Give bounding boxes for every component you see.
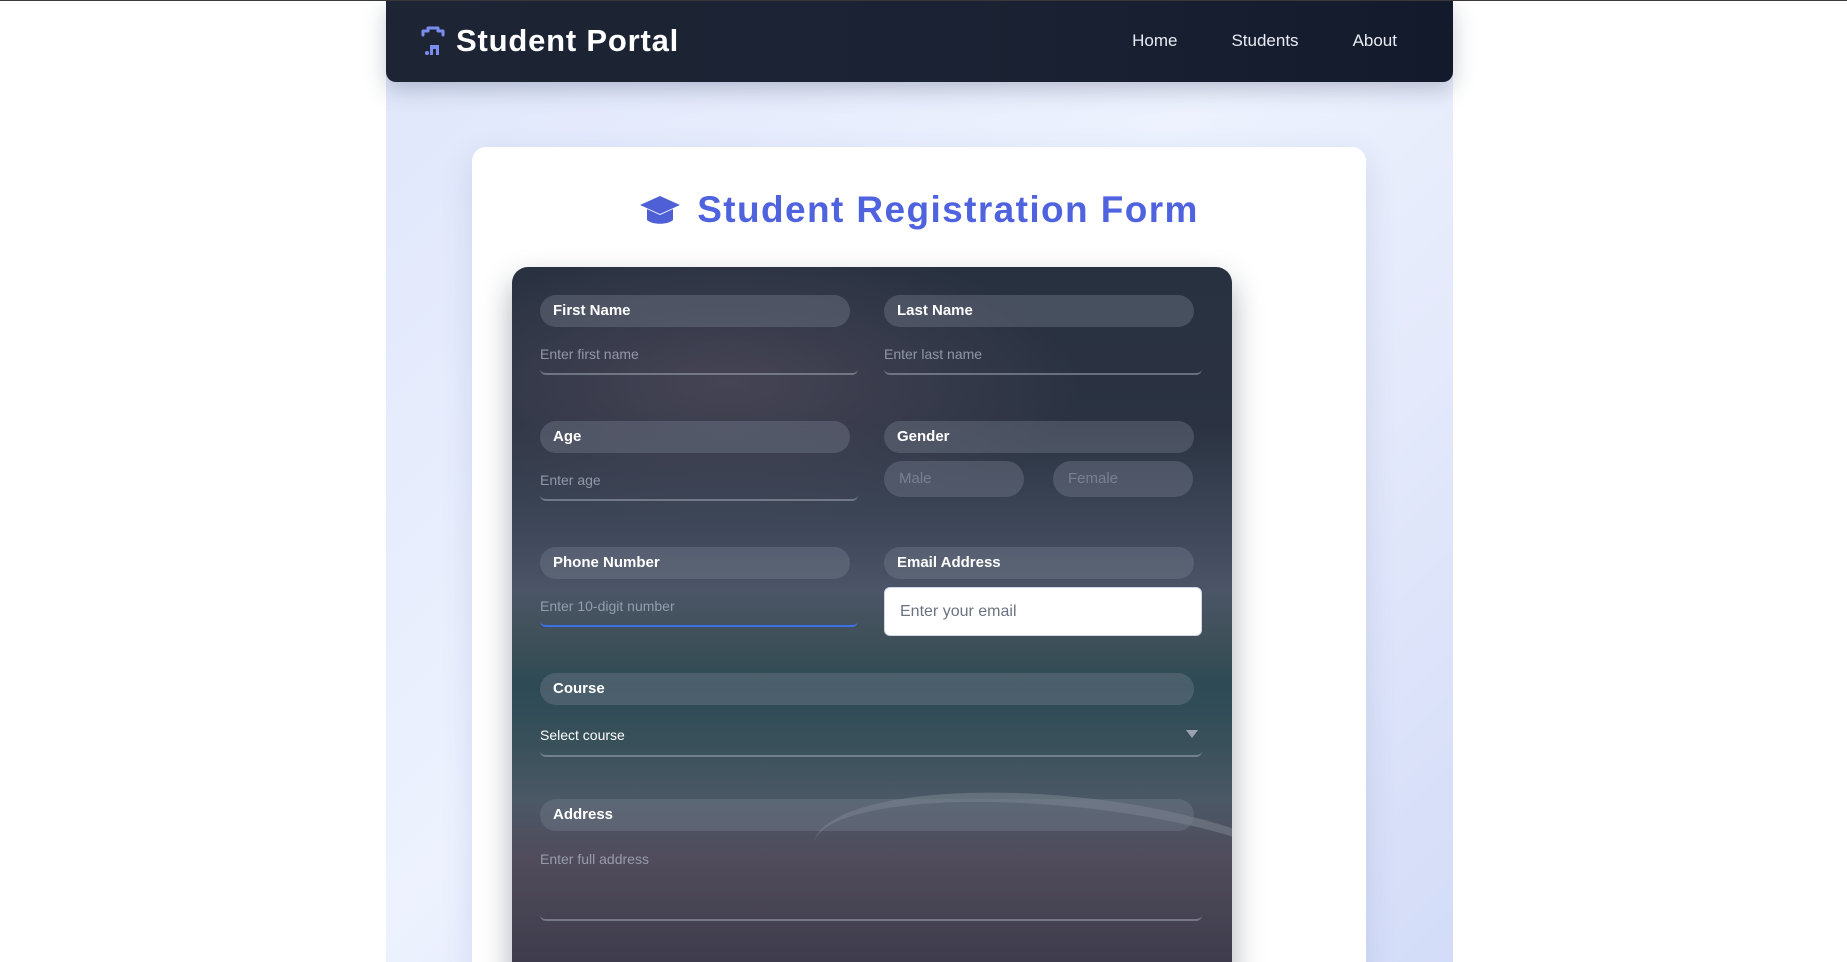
- gender-label: Gender: [884, 421, 1194, 453]
- email-input[interactable]: [884, 587, 1202, 636]
- page: Student Portal Home Students About Stude…: [386, 1, 1453, 962]
- last-name-input[interactable]: [884, 335, 1202, 375]
- chevron-down-icon: [1186, 730, 1198, 738]
- nav-about-link[interactable]: About: [1353, 31, 1397, 51]
- gender-field: Gender Male Female: [884, 421, 1202, 497]
- last-name-label: Last Name: [884, 295, 1194, 327]
- brand[interactable]: Student Portal: [420, 23, 679, 59]
- student-icon: [421, 26, 445, 55]
- brand-title: Student Portal: [456, 23, 680, 58]
- registration-card: Student Registration Form First Name Las…: [472, 147, 1366, 962]
- age-input[interactable]: [540, 461, 858, 501]
- course-select[interactable]: Select course: [540, 713, 1202, 757]
- email-label: Email Address: [884, 547, 1194, 579]
- phone-label: Phone Number: [540, 547, 850, 579]
- age-label: Age: [540, 421, 850, 453]
- course-select-value: Select course: [540, 727, 625, 743]
- last-name-field: Last Name: [884, 295, 1202, 375]
- first-name-field: First Name: [540, 295, 858, 375]
- address-textarea[interactable]: [540, 839, 1202, 921]
- address-label: Address: [540, 799, 1194, 831]
- first-name-label: First Name: [540, 295, 850, 327]
- nav-students-link[interactable]: Students: [1231, 31, 1298, 51]
- course-field: Course Select course: [540, 673, 1202, 757]
- first-name-input[interactable]: [540, 335, 858, 375]
- form-title: Student Registration Form: [472, 189, 1366, 231]
- gender-male-option[interactable]: Male: [884, 461, 1024, 497]
- address-field: Address: [540, 799, 1202, 921]
- email-field: Email Address: [884, 547, 1202, 636]
- graduation-cap-icon: [640, 196, 681, 224]
- phone-field: Phone Number: [540, 547, 858, 627]
- nav-home-link[interactable]: Home: [1132, 31, 1177, 51]
- nav-links: Home Students About: [1078, 31, 1397, 51]
- phone-input[interactable]: [540, 587, 858, 627]
- age-field: Age: [540, 421, 858, 501]
- course-label: Course: [540, 673, 1194, 705]
- gender-female-option[interactable]: Female: [1053, 461, 1193, 497]
- registration-form: First Name Last Name Age Gender Male Fem…: [512, 267, 1232, 962]
- form-title-text: Student Registration Form: [697, 189, 1199, 230]
- navbar: Student Portal Home Students About: [386, 1, 1453, 82]
- gender-options: Male Female: [884, 461, 1202, 497]
